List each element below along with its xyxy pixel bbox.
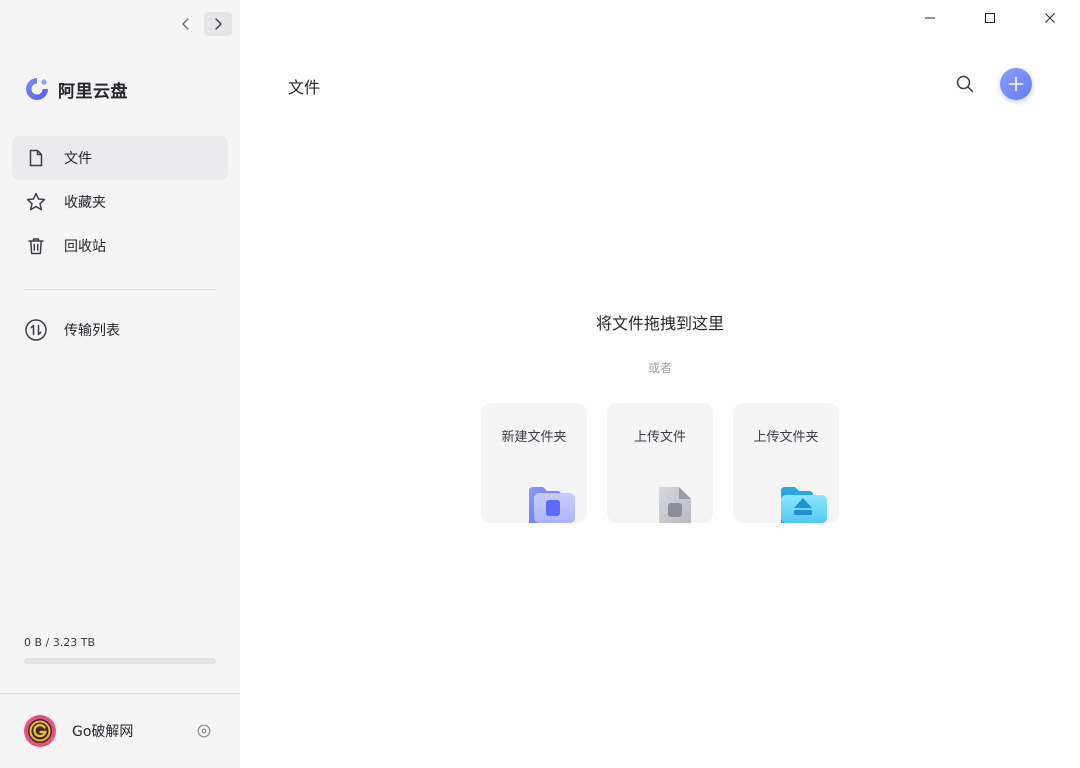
sidebar-bottom-divider: [0, 693, 240, 694]
maximize-icon: [985, 13, 995, 23]
window-controls: [900, 0, 1080, 36]
back-button[interactable]: [172, 12, 200, 36]
empty-state-actions: 新建文件夹 上传文件 上传文件夹: [481, 403, 839, 523]
sidebar-secondary-menu: 传输列表: [12, 308, 228, 352]
storage-progress-bar: [24, 658, 216, 664]
sidebar-item-label: 传输列表: [64, 323, 120, 339]
new-folder-button[interactable]: 新建文件夹: [481, 403, 587, 523]
page-title: 文件: [288, 78, 321, 97]
star-icon: [24, 190, 48, 214]
app-window: 阿里云盘 文件 收藏夹 回收站 传输列表 0 B / 3.23 TB Go破解网…: [0, 0, 1080, 768]
sidebar-item-files[interactable]: 文件: [12, 136, 228, 180]
upload-folder-button[interactable]: 上传文件夹: [733, 403, 839, 523]
empty-state-or: 或者: [647, 361, 672, 375]
history-navigation: [172, 12, 232, 36]
user-profile[interactable]: Go破解网: [24, 714, 216, 748]
chevron-left-icon: [182, 18, 189, 30]
username: Go破解网: [72, 724, 134, 740]
sidebar-item-label: 收藏夹: [64, 195, 106, 211]
action-label: 上传文件: [633, 430, 686, 445]
upload-folder-icon: [781, 487, 827, 523]
sidebar-item-label: 回收站: [64, 239, 106, 255]
sidebar-item-favorites[interactable]: 收藏夹: [12, 180, 228, 224]
close-button[interactable]: [1020, 0, 1080, 36]
sidebar-item-label: 文件: [64, 151, 92, 167]
plus-icon: [1008, 76, 1024, 92]
storage-text: 0 B / 3.23 TB: [24, 636, 95, 649]
trash-icon: [24, 234, 48, 258]
file-icon: [24, 146, 48, 170]
maximize-button[interactable]: [960, 0, 1020, 36]
chevron-right-icon: [215, 18, 222, 30]
storage-usage: 0 B / 3.23 TB: [24, 636, 216, 664]
search-icon: [956, 75, 974, 93]
sidebar-menu: 文件 收藏夹 回收站: [12, 136, 228, 268]
avatar[interactable]: [24, 715, 56, 747]
upload-file-icon: [659, 487, 691, 523]
upload-file-button[interactable]: 上传文件: [607, 403, 713, 523]
main-content: 文件 将文件拖拽到这里 或者 新建文件夹 上传文件 上传文件夹: [240, 0, 1080, 768]
app-name: 阿里云盘: [58, 81, 128, 102]
minimize-icon: [925, 17, 935, 19]
close-icon: [1045, 13, 1055, 23]
action-label: 新建文件夹: [501, 430, 567, 445]
new-folder-icon: [529, 487, 575, 523]
app-logo: 阿里云盘: [24, 76, 128, 102]
empty-state-title: 将文件拖拽到这里: [595, 314, 724, 333]
sidebar-divider: [24, 289, 216, 290]
search-button[interactable]: [953, 72, 977, 96]
action-label: 上传文件夹: [753, 430, 819, 445]
transfer-icon: [24, 318, 48, 342]
aliyun-drive-logo-icon: [26, 78, 48, 100]
settings-icon[interactable]: [196, 723, 212, 739]
add-button[interactable]: [1000, 68, 1032, 100]
sidebar: 阿里云盘 文件 收藏夹 回收站 传输列表 0 B / 3.23 TB Go破解网: [0, 0, 240, 768]
sidebar-item-transfers[interactable]: 传输列表: [12, 308, 228, 352]
minimize-button[interactable]: [900, 0, 960, 36]
forward-button[interactable]: [204, 12, 232, 36]
user-avatar-logo-icon: [28, 719, 52, 743]
sidebar-item-trash[interactable]: 回收站: [12, 224, 228, 268]
